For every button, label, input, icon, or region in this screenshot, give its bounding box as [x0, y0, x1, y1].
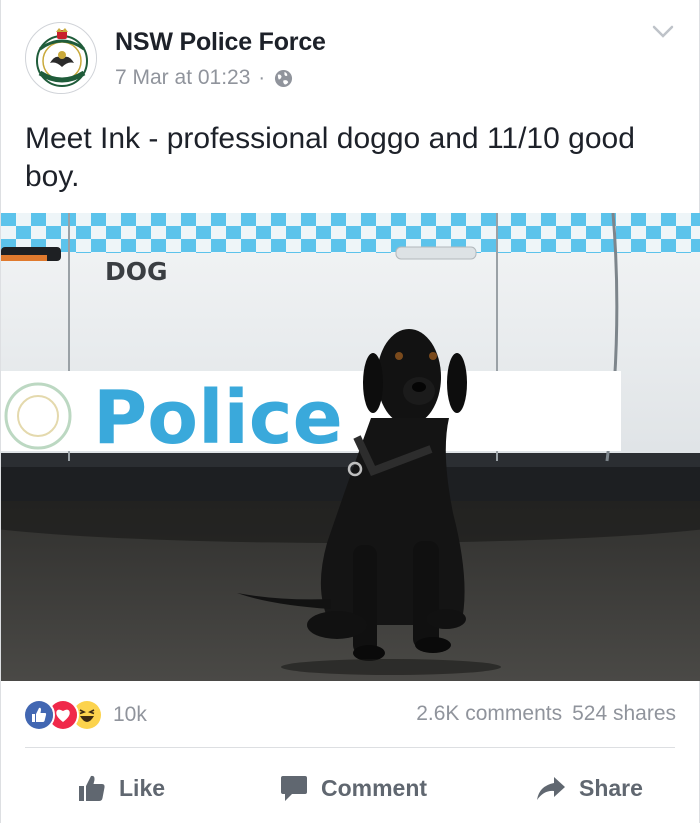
thumbs-up-icon — [79, 775, 105, 801]
nsw-police-badge-icon — [28, 25, 96, 93]
page-name[interactable]: NSW Police Force — [115, 28, 326, 57]
like-button[interactable]: Like — [77, 768, 165, 808]
engagement-counts: 2.6K comments 524 shares — [416, 702, 676, 726]
comment-button[interactable]: Comment — [279, 768, 427, 808]
vehicle-dog-label: DOG — [105, 257, 168, 286]
like-label: Like — [119, 774, 166, 801]
like-reaction-icon — [23, 699, 55, 731]
share-button[interactable]: Share — [535, 768, 643, 808]
comments-count[interactable]: 2.6K comments — [416, 702, 562, 726]
share-arrow-icon — [537, 777, 565, 800]
vehicle-livery-text: Police — [93, 375, 343, 461]
share-label: Share — [579, 774, 643, 801]
police-dog-photo: DOG Police — [1, 213, 700, 681]
post-photo[interactable]: DOG Police — [1, 213, 700, 681]
post-meta: 7 Mar at 01:23 · — [115, 66, 293, 90]
page-avatar[interactable] — [25, 22, 97, 94]
comment-bubble-icon — [281, 776, 307, 801]
comment-label: Comment — [321, 774, 428, 801]
globe-icon[interactable] — [274, 69, 293, 88]
divider — [25, 747, 675, 748]
meta-separator: · — [258, 66, 266, 89]
post-text: Meet Ink - professional doggo and 11/10 … — [25, 122, 635, 193]
reaction-count: 10k — [113, 703, 147, 726]
reactions-summary[interactable]: 10k — [23, 699, 147, 731]
post-timestamp[interactable]: 7 Mar at 01:23 — [115, 66, 250, 90]
facebook-post: NSW Police Force 7 Mar at 01:23 · Meet I… — [0, 0, 700, 823]
shares-count[interactable]: 524 shares — [572, 702, 676, 726]
chevron-down-icon[interactable] — [651, 22, 675, 42]
